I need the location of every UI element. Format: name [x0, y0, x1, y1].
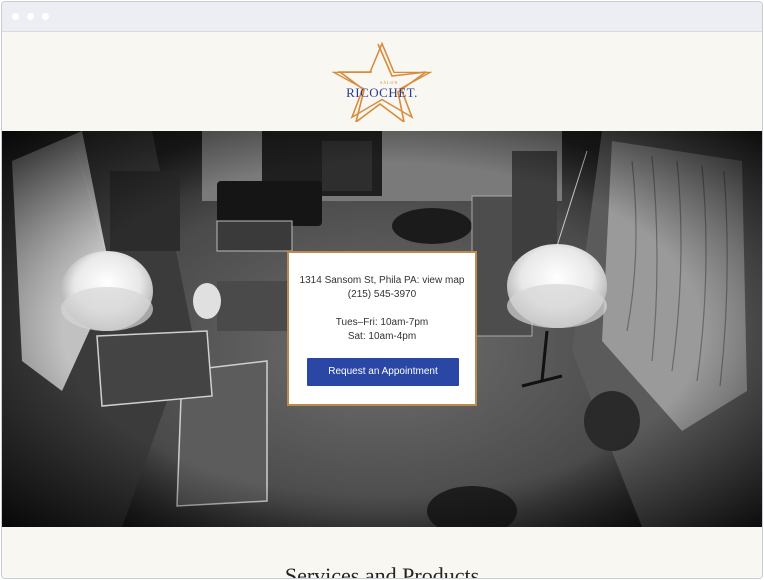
logo-wordmark: RICOCHET.: [346, 85, 418, 100]
services-heading: Services and Products: [284, 563, 480, 579]
window-close-dot[interactable]: [12, 13, 19, 20]
site-header: SALON RICOCHET.: [2, 32, 762, 131]
browser-window: SALON RICOCHET. 1314 Sansom St, Phila PA…: [1, 1, 763, 579]
hours-saturday: Sat: 10am-4pm: [347, 331, 417, 342]
window-minimize-dot[interactable]: [27, 13, 34, 20]
hours-weekday: Tues–Fri: 10am-7pm: [335, 317, 429, 328]
browser-chrome: [2, 2, 762, 32]
phone-number[interactable]: (215) 545-3970: [289, 289, 475, 300]
location-card: 1314 Sansom St, Phila PA: view map (215)…: [287, 251, 477, 406]
request-appointment-button[interactable]: Request an Appointment: [307, 358, 459, 386]
hero-section: 1314 Sansom St, Phila PA: view map (215)…: [2, 131, 762, 527]
site-logo[interactable]: SALON RICOCHET.: [331, 41, 433, 124]
services-section: Services and Products: [2, 527, 762, 578]
window-maximize-dot[interactable]: [42, 13, 49, 20]
address-text[interactable]: 1314 Sansom St, Phila PA: view map: [289, 275, 475, 286]
